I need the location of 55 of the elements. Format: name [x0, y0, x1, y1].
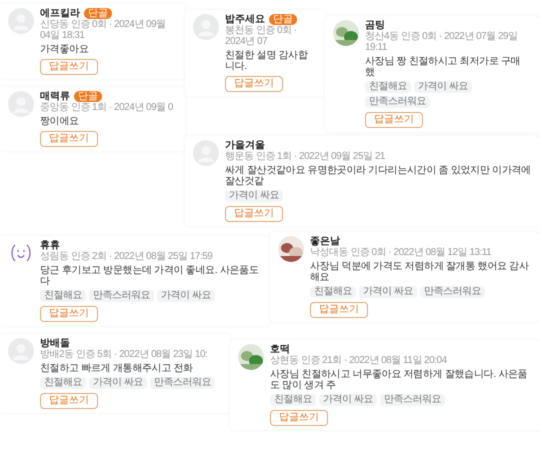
review-meta: 행운동 인증 1회 · 2022년 09월 25일 21 [225, 151, 386, 162]
reply-button[interactable]: 답글쓰기 [40, 59, 98, 75]
review-tag: 가격이 싸요 [225, 190, 283, 202]
user-name: 에프킬라 [40, 8, 80, 19]
review-text: 사장님 짱 친절하시고 최저가로 구매 했 [365, 56, 522, 78]
review-text: 싸게 잘산것같아요 유명한곳이라 기다리는시간이 좀 있었지만 이가격에 잘산것같 [225, 165, 532, 187]
review-text: 친절한 설명 감사합니다. [225, 50, 309, 72]
review-meta: 봉천동 인증 0회 · 2024년 07 [225, 25, 298, 47]
review-text: 사장님 덕분에 가격도 저렴하게 잘개통 했어요 감사해요 [310, 261, 530, 283]
regular-badge: 단골 [269, 14, 297, 25]
review-tag: 가격이 싸요 [359, 286, 417, 298]
review-meta: 낙성대동 인증 0회 · 2022년 08월 12일 13:11 [310, 247, 492, 258]
reply-button[interactable]: 답글쓰기 [310, 302, 368, 318]
review-meta: 상현동 인증 21회 · 2022년 08월 11일 20:04 [270, 355, 448, 366]
reply-button[interactable]: 답글쓰기 [40, 306, 98, 322]
reply-button[interactable]: 답글쓰기 [270, 410, 328, 426]
review-tag: 가격이 싸요 [319, 394, 377, 406]
regular-badge: 단골 [84, 8, 112, 19]
reply-button[interactable]: 답글쓰기 [365, 112, 423, 128]
reply-button[interactable]: 답글쓰기 [40, 393, 98, 409]
review-tag: 친절해요 [40, 290, 86, 302]
review-tag: 만족스러워요 [420, 286, 485, 298]
review-tag: 만족스러워요 [89, 290, 154, 302]
user-name: 가을겨울 [225, 140, 265, 151]
review-text: 사장님 친절하시고 너무좋아요 저렴하게 잘했습니다. 사은품도 많이 생겨 주 [270, 369, 528, 391]
review-tag: 친절해요 [365, 81, 411, 93]
reply-button[interactable]: 답글쓰기 [40, 131, 98, 147]
review-text: 가격좋아요 [40, 44, 90, 55]
review-tag: 친절해요 [310, 286, 356, 298]
reply-button[interactable]: 답글쓰기 [225, 76, 283, 92]
review-meta: 성림동 인증 2회 · 2022년 08월 25일 17:59 [40, 251, 214, 262]
review-meta: 방배2동 인증 5회 · 2022년 08월 23일 10: [40, 349, 208, 360]
review-meta: 신당동 인증 0회 · 2024년 09월 04일 18:31 [40, 19, 167, 41]
user-name: 휴휴 [40, 240, 60, 251]
review-tag: 가격이 싸요 [157, 290, 215, 302]
review-tag: 친절해요 [40, 377, 86, 389]
user-name: 매력류 [40, 91, 70, 102]
user-name: 방배돌 [40, 338, 70, 349]
user-name: 곰팅 [365, 20, 385, 31]
review-tag: 만족스러워요 [365, 96, 430, 108]
review-tag: 만족스러워요 [150, 377, 215, 389]
review-tag: 가격이 싸요 [414, 81, 472, 93]
user-name: 호떡 [270, 344, 290, 355]
review-tag: 만족스러워요 [380, 394, 445, 406]
regular-badge: 단골 [74, 91, 102, 102]
review-text: 친절하고 빠르게 개통해주시고 전화 [40, 363, 194, 374]
review-meta: 청산4동 인증 0회 · 2022년 07월 29일 19:11 [365, 31, 519, 53]
review-text: 당근 후기보고 방문했는데 가격이 좋네요. 사은품도 다 [40, 265, 260, 287]
reply-button[interactable]: 답글쓰기 [225, 206, 283, 222]
review-tag: 가격이 싸요 [89, 377, 147, 389]
user-name: 좋은날 [310, 236, 340, 247]
review-text: 짱이에요 [40, 116, 80, 127]
user-name: 밥주세요 [225, 14, 265, 25]
review-tag: 친절해요 [270, 394, 316, 406]
review-meta: 중앙동 인증 1회 · 2024년 09월 0 [40, 102, 173, 113]
